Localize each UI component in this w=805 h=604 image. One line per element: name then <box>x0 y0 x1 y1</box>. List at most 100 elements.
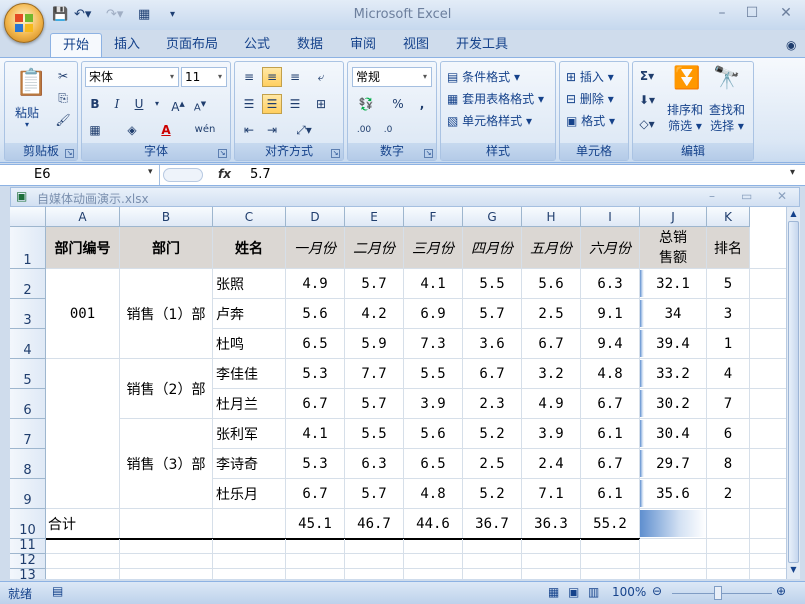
empty-cell[interactable] <box>750 479 786 509</box>
header-dept[interactable]: 部门 <box>120 227 213 269</box>
name-cell[interactable]: 杜月兰 <box>213 389 286 419</box>
dept-no-empty-cell[interactable] <box>46 359 120 509</box>
empty-cell[interactable] <box>120 554 213 569</box>
header-name[interactable]: 姓名 <box>213 227 286 269</box>
value-cell[interactable]: 2.5 <box>522 299 581 329</box>
row-header-1[interactable]: 1 <box>10 227 46 269</box>
insert-cells-button[interactable]: ⊞ 插入 ▾ <box>566 68 614 85</box>
row-header-8[interactable]: 8 <box>10 449 46 479</box>
empty-cell[interactable] <box>345 554 404 569</box>
header-month[interactable]: 五月份 <box>522 227 581 269</box>
align-center-icon[interactable]: ☰ <box>262 94 282 114</box>
tab-view[interactable]: 视图 <box>391 33 441 57</box>
column-header-B[interactable]: B <box>120 207 213 227</box>
column-header-I[interactable]: I <box>581 207 640 227</box>
name-box-dropdown-icon[interactable]: ▾ <box>148 167 153 177</box>
empty-cell[interactable] <box>213 569 286 579</box>
italic-icon[interactable]: I <box>107 94 127 114</box>
row-header-13[interactable]: 13 <box>10 568 46 579</box>
empty-cell[interactable] <box>120 509 213 539</box>
empty-cell[interactable] <box>581 569 640 579</box>
empty-cell[interactable] <box>463 539 522 554</box>
header-dept-no[interactable]: 部门编号 <box>46 227 120 269</box>
increase-font-icon[interactable]: A▲ <box>168 94 188 114</box>
sort-filter-icon[interactable]: ⏬ <box>673 66 700 91</box>
empty-cell[interactable] <box>120 569 213 579</box>
value-cell[interactable]: 4.8 <box>581 359 640 389</box>
zoom-in-icon[interactable]: ⊕ <box>776 584 786 598</box>
cell-styles-button[interactable]: ▧ 单元格样式 ▾ <box>447 112 532 129</box>
zoom-slider[interactable] <box>672 593 772 594</box>
empty-cell[interactable] <box>750 329 786 359</box>
paste-dropdown-icon[interactable]: ▾ <box>25 120 29 129</box>
value-cell[interactable]: 4.1 <box>286 419 345 449</box>
font-size-combo[interactable]: 11 ▾ <box>181 67 227 87</box>
value-cell[interactable]: 5.7 <box>463 299 522 329</box>
value-cell[interactable]: 5.6 <box>522 269 581 299</box>
total-cell[interactable]: 34 <box>640 299 707 329</box>
name-cell[interactable]: 张利军 <box>213 419 286 449</box>
total-cell[interactable]: 29.7 <box>640 449 707 479</box>
zoom-out-icon[interactable]: ⊖ <box>652 584 662 598</box>
value-cell[interactable]: 6.7 <box>463 359 522 389</box>
value-cell[interactable]: 6.7 <box>522 329 581 359</box>
find-select-button[interactable]: 查找和 选择 ▾ <box>709 102 745 134</box>
borders-icon[interactable]: ▦ <box>85 120 105 140</box>
total-cell[interactable]: 35.6 <box>640 479 707 509</box>
total-cell[interactable]: 30.4 <box>640 419 707 449</box>
decrease-decimal-icon[interactable]: .0 <box>378 120 398 140</box>
align-middle-icon[interactable]: ≡ <box>262 67 282 87</box>
increase-indent-icon[interactable]: ⇥ <box>262 120 282 140</box>
value-cell[interactable]: 5.5 <box>463 269 522 299</box>
align-right-icon[interactable]: ☰ <box>285 94 305 114</box>
underline-icon[interactable]: U <box>129 94 149 114</box>
empty-cell[interactable] <box>750 269 786 299</box>
alignment-launcher-icon[interactable]: ↘ <box>331 149 340 158</box>
column-header-H[interactable]: H <box>522 207 581 227</box>
macro-record-icon[interactable]: ▤ <box>52 584 63 598</box>
fill-color-icon[interactable]: ◈ <box>122 120 142 140</box>
empty-cell[interactable] <box>463 554 522 569</box>
value-cell[interactable]: 6.9 <box>404 299 463 329</box>
vertical-scrollbar[interactable]: ▲ ▼ <box>786 207 800 579</box>
empty-cell[interactable] <box>707 554 750 569</box>
dept-cell[interactable]: 销售（2）部 <box>120 359 213 419</box>
value-cell[interactable]: 4.2 <box>345 299 404 329</box>
value-cell[interactable]: 3.9 <box>522 419 581 449</box>
cut-icon[interactable]: ✂ <box>53 66 73 86</box>
empty-cell[interactable] <box>581 539 640 554</box>
column-header-C[interactable]: C <box>213 207 286 227</box>
empty-cell[interactable] <box>750 569 786 579</box>
copy-icon[interactable]: ⎘ <box>53 88 73 108</box>
name-cell[interactable]: 卢奔 <box>213 299 286 329</box>
wb-restore-button[interactable]: ▭ <box>741 189 752 203</box>
empty-cell[interactable] <box>213 539 286 554</box>
value-cell[interactable]: 6.1 <box>581 479 640 509</box>
row-header-3[interactable]: 3 <box>10 299 46 329</box>
value-cell[interactable]: 3.6 <box>463 329 522 359</box>
value-cell[interactable]: 6.7 <box>581 449 640 479</box>
name-cell[interactable]: 李佳佳 <box>213 359 286 389</box>
rank-cell[interactable]: 6 <box>707 419 750 449</box>
value-cell[interactable]: 9.1 <box>581 299 640 329</box>
rank-cell[interactable]: 5 <box>707 269 750 299</box>
value-cell[interactable]: 5.6 <box>404 419 463 449</box>
row-header-7[interactable]: 7 <box>10 419 46 449</box>
conditional-format-button[interactable]: ▤ 条件格式 ▾ <box>447 68 520 85</box>
format-painter-icon[interactable]: 🖌 <box>53 110 73 130</box>
format-as-table-button[interactable]: ▦ 套用表格格式 ▾ <box>447 90 544 107</box>
format-cells-button[interactable]: ▣ 格式 ▾ <box>566 112 615 129</box>
decrease-indent-icon[interactable]: ⇤ <box>239 120 259 140</box>
value-cell[interactable]: 5.5 <box>345 419 404 449</box>
empty-cell[interactable] <box>750 509 786 539</box>
grand-total-cell[interactable]: 264.6 <box>640 509 707 539</box>
total-month-cell[interactable]: 36.3 <box>522 509 581 539</box>
value-cell[interactable]: 6.7 <box>286 479 345 509</box>
row-header-9[interactable]: 9 <box>10 479 46 509</box>
page-break-view-icon[interactable]: ▥ <box>588 585 599 599</box>
column-header-J[interactable]: J <box>640 207 707 227</box>
value-cell[interactable]: 3.9 <box>404 389 463 419</box>
spreadsheet-grid[interactable]: A B C D E F G H I J K 1 2 3 4 5 6 7 8 9 10 11 12 13 部门编号 部门 姓名 一月份二… <box>10 207 786 579</box>
value-cell[interactable]: 6.3 <box>581 269 640 299</box>
increase-decimal-icon[interactable]: .00 <box>354 120 374 140</box>
